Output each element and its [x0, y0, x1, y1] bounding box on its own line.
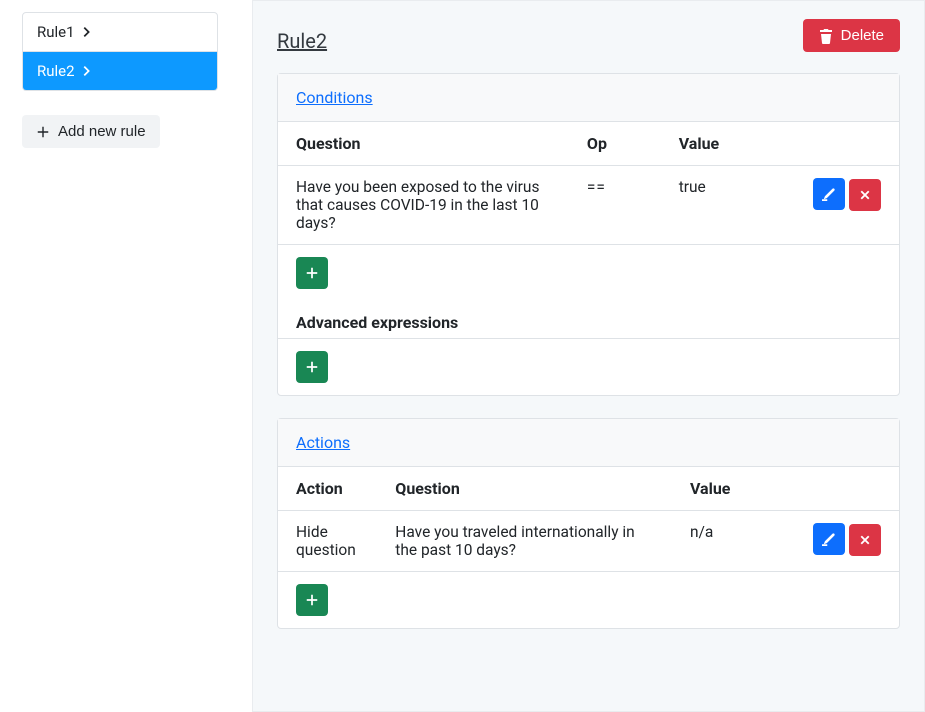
conditions-header: Conditions [278, 74, 899, 122]
col-value: Value [661, 122, 795, 166]
actions-header: Actions [278, 419, 899, 467]
sidebar-item-label: Rule2 [37, 62, 75, 80]
edit-icon [822, 187, 836, 201]
col-value: Value [672, 467, 795, 511]
plus-icon [305, 266, 319, 280]
edit-action-button[interactable] [813, 523, 845, 555]
action-type: Hide question [278, 511, 377, 572]
add-rule-button[interactable]: Add new rule [22, 115, 160, 148]
rule-list: Rule1 Rule2 [22, 12, 218, 91]
condition-op: == [569, 166, 661, 245]
delete-rule-button[interactable]: Delete [803, 19, 900, 52]
chevron-right-icon [79, 25, 93, 39]
action-question: Have you traveled internationally in the… [377, 511, 672, 572]
close-icon [859, 189, 871, 201]
plus-icon [305, 593, 319, 607]
col-action: Action [278, 467, 377, 511]
sidebar-item-rule1[interactable]: Rule1 [23, 13, 217, 52]
sidebar: Rule1 Rule2 Add new rule [0, 0, 230, 712]
col-question: Question [278, 122, 569, 166]
actions-panel: Actions Action Question Value Hid [277, 418, 900, 629]
condition-row: Have you been exposed to the virus that … [278, 166, 899, 245]
main-panel: Rule2 Delete Conditions Question Op Va [252, 0, 925, 712]
action-value: n/a [672, 511, 795, 572]
condition-value: true [661, 166, 795, 245]
col-question: Question [377, 467, 672, 511]
close-icon [859, 534, 871, 546]
add-expression-button[interactable] [296, 351, 328, 383]
add-rule-label: Add new rule [58, 123, 146, 140]
edit-condition-button[interactable] [813, 178, 845, 210]
sidebar-item-label: Rule1 [37, 23, 75, 41]
conditions-link[interactable]: Conditions [296, 88, 373, 107]
plus-icon [36, 125, 50, 139]
plus-icon [305, 360, 319, 374]
actions-table: Action Question Value Hide question Have… [278, 467, 899, 572]
condition-question: Have you been exposed to the virus that … [278, 166, 569, 245]
add-condition-button[interactable] [296, 257, 328, 289]
add-action-button[interactable] [296, 584, 328, 616]
conditions-panel: Conditions Question Op Value Have [277, 73, 900, 396]
actions-link[interactable]: Actions [296, 433, 350, 452]
rule-header: Rule2 Delete [277, 19, 900, 53]
delete-action-button[interactable] [849, 524, 881, 556]
conditions-table: Question Op Value Have you been exposed … [278, 122, 899, 245]
chevron-right-icon [79, 64, 93, 78]
advanced-expressions-heading: Advanced expressions [278, 301, 899, 339]
col-op: Op [569, 122, 661, 166]
rule-title[interactable]: Rule2 [277, 19, 327, 53]
delete-condition-button[interactable] [849, 179, 881, 211]
sidebar-item-rule2[interactable]: Rule2 [23, 52, 217, 90]
action-row: Hide question Have you traveled internat… [278, 511, 899, 572]
delete-label: Delete [841, 27, 884, 44]
edit-icon [822, 532, 836, 546]
trash-icon [819, 28, 833, 44]
